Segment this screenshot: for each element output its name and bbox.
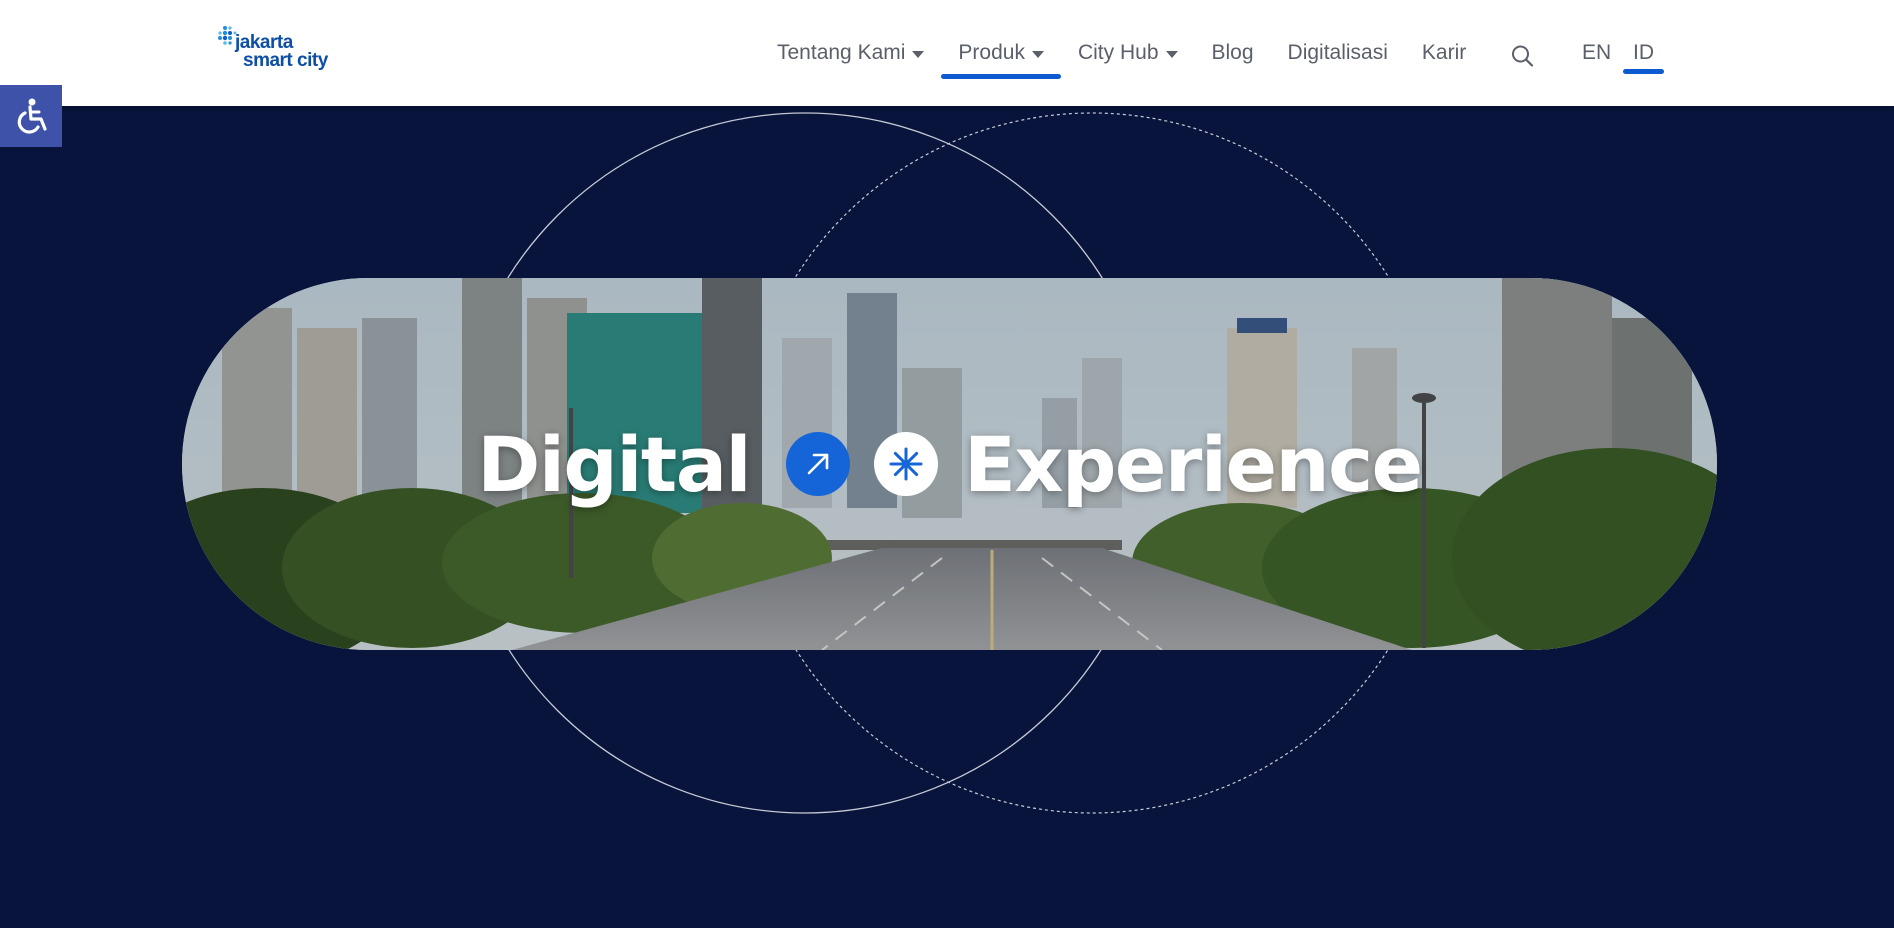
logo-line2: smart city [243, 50, 328, 71]
headline-word-experience: Experience [964, 419, 1423, 509]
logo-wordmark: jakarta smart city [235, 33, 328, 71]
arrow-badge [786, 432, 851, 496]
site-header: jakarta smart city Tentang Kami Produk C… [0, 0, 1894, 106]
language-en[interactable]: EN [1582, 0, 1611, 106]
nav-item-digitalisasi[interactable]: Digitalisasi [1271, 0, 1405, 106]
caret-down-icon [912, 50, 925, 58]
nav-item-produk[interactable]: Produk [941, 0, 1061, 106]
nav-item-label: Produk [958, 41, 1025, 64]
search-button[interactable] [1508, 41, 1538, 71]
hero-headline: Digital Experience [182, 278, 1717, 650]
nav-item-city-hub[interactable]: City Hub [1061, 0, 1195, 106]
headline-word-digital: Digital [477, 419, 751, 509]
asterisk-badge [874, 432, 939, 496]
nav-item-karir[interactable]: Karir [1405, 0, 1483, 106]
jakarta-smart-city-logo[interactable]: jakarta smart city [215, 24, 335, 80]
caret-down-icon [1165, 50, 1178, 58]
nav-item-label: Blog [1211, 41, 1254, 64]
accessibility-button[interactable] [0, 85, 62, 147]
asterisk-icon [889, 447, 923, 481]
main-nav: Tentang Kami Produk City Hub Blog Digita… [760, 0, 1483, 106]
search-icon [1512, 45, 1534, 67]
language-id[interactable]: ID [1623, 0, 1664, 106]
nav-item-blog[interactable]: Blog [1195, 0, 1271, 106]
hero-section: Digital Experience [0, 106, 1894, 928]
nav-item-label: Tentang Kami [777, 41, 906, 64]
nav-item-label: Karir [1421, 41, 1467, 64]
caret-down-icon [1031, 50, 1044, 58]
nav-item-tentang-kami[interactable]: Tentang Kami [760, 0, 941, 106]
wheelchair-icon [17, 98, 47, 134]
hero-banner: Digital Experience [182, 278, 1717, 650]
nav-item-label: Digitalisasi [1287, 41, 1388, 64]
arrow-up-right-icon [807, 453, 829, 475]
nav-item-label: City Hub [1077, 41, 1159, 64]
